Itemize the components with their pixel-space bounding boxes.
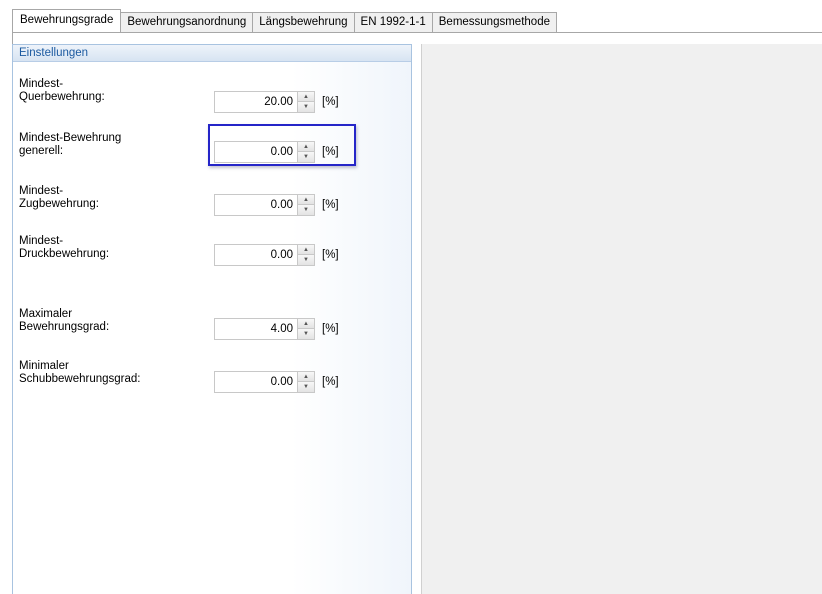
field-label: Mindest- Querbewehrung: <box>19 78 204 104</box>
label-line: Bewehrungsgrad: <box>19 321 110 333</box>
settings-panel: Einstellungen Mindest- Querbewehrung: 20… <box>12 44 412 594</box>
tab-en-1992-1-1[interactable]: EN 1992-1-1 <box>353 12 433 32</box>
spinbox-value[interactable]: 20.00 <box>215 92 296 112</box>
label-line: Mindest- <box>19 78 64 90</box>
mindest-bewehrung-generell-spinbox[interactable]: 0.00 ▲ ▼ <box>214 141 315 163</box>
label-line: Zugbewehrung: <box>19 198 99 210</box>
label-line: Druckbewehrung: <box>19 248 110 260</box>
tab-bewehrungsanordnung[interactable]: Bewehrungsanordnung <box>120 12 254 32</box>
label-line: Mindest- <box>19 235 64 247</box>
unit-label: [%] <box>322 376 339 388</box>
field-label: Mindest- Zugbewehrung: <box>19 185 204 211</box>
maximaler-bewehrungsgrad-spinbox[interactable]: 4.00 ▲ ▼ <box>214 318 315 340</box>
spinbox-value[interactable]: 4.00 <box>215 319 296 339</box>
spin-up-arrow-icon[interactable]: ▲ <box>298 92 314 102</box>
spin-up-arrow-icon[interactable]: ▲ <box>298 142 314 152</box>
spin-up-arrow-icon[interactable]: ▲ <box>298 195 314 205</box>
field-label: Mindest- Druckbewehrung: <box>19 235 204 261</box>
label-line: Maximaler <box>19 308 73 320</box>
unit-label: [%] <box>322 249 339 261</box>
spin-down-arrow-icon[interactable]: ▼ <box>298 382 314 392</box>
panel-header: Einstellungen <box>13 45 411 62</box>
spinbox-arrows: ▲ ▼ <box>297 92 314 112</box>
spinbox-arrows: ▲ ▼ <box>297 319 314 339</box>
label-line: generell: <box>19 145 64 157</box>
spinbox-value[interactable]: 0.00 <box>215 195 296 215</box>
spin-down-arrow-icon[interactable]: ▼ <box>298 102 314 112</box>
tab-bewehrungsgrade[interactable]: Bewehrungsgrade <box>12 9 122 32</box>
unit-label: [%] <box>322 323 339 335</box>
spinbox-arrows: ▲ ▼ <box>297 142 314 162</box>
unit-label: [%] <box>322 199 339 211</box>
spin-up-arrow-icon[interactable]: ▲ <box>298 319 314 329</box>
field-label: Maximaler Bewehrungsgrad: <box>19 308 204 334</box>
mindest-druckbewehrung-spinbox[interactable]: 0.00 ▲ ▼ <box>214 244 315 266</box>
tab-laengsbewehrung[interactable]: Längsbewehrung <box>252 12 355 32</box>
label-line: Mindest-Bewehrung <box>19 132 122 144</box>
spinbox-value[interactable]: 0.00 <box>215 142 296 162</box>
spinbox-arrows: ▲ ▼ <box>297 195 314 215</box>
spinbox-arrows: ▲ ▼ <box>297 372 314 392</box>
field-label: Mindest-Bewehrung generell: <box>19 132 204 158</box>
right-empty-area <box>421 44 822 594</box>
spin-down-arrow-icon[interactable]: ▼ <box>298 205 314 215</box>
spin-down-arrow-icon[interactable]: ▼ <box>298 255 314 265</box>
unit-label: [%] <box>322 146 339 158</box>
spin-up-arrow-icon[interactable]: ▲ <box>298 245 314 255</box>
tab-bar: Bewehrungsgrade Bewehrungsanordnung Läng… <box>12 9 557 32</box>
label-line: Minimaler <box>19 360 69 372</box>
label-line: Mindest- <box>19 185 64 197</box>
spin-down-arrow-icon[interactable]: ▼ <box>298 152 314 162</box>
minimaler-schubbewehrungsgrad-spinbox[interactable]: 0.00 ▲ ▼ <box>214 371 315 393</box>
spinbox-value[interactable]: 0.00 <box>215 245 296 265</box>
tab-bemessungsmethode[interactable]: Bemessungsmethode <box>431 12 557 32</box>
mindest-querbewehrung-spinbox[interactable]: 20.00 ▲ ▼ <box>214 91 315 113</box>
spinbox-arrows: ▲ ▼ <box>297 245 314 265</box>
spin-down-arrow-icon[interactable]: ▼ <box>298 329 314 339</box>
field-label: Minimaler Schubbewehrungsgrad: <box>19 360 204 386</box>
spin-up-arrow-icon[interactable]: ▲ <box>298 372 314 382</box>
label-line: Querbewehrung: <box>19 91 105 103</box>
spinbox-value[interactable]: 0.00 <box>215 372 296 392</box>
label-line: Schubbewehrungsgrad: <box>19 373 141 385</box>
unit-label: [%] <box>322 96 339 108</box>
mindest-zugbewehrung-spinbox[interactable]: 0.00 ▲ ▼ <box>214 194 315 216</box>
